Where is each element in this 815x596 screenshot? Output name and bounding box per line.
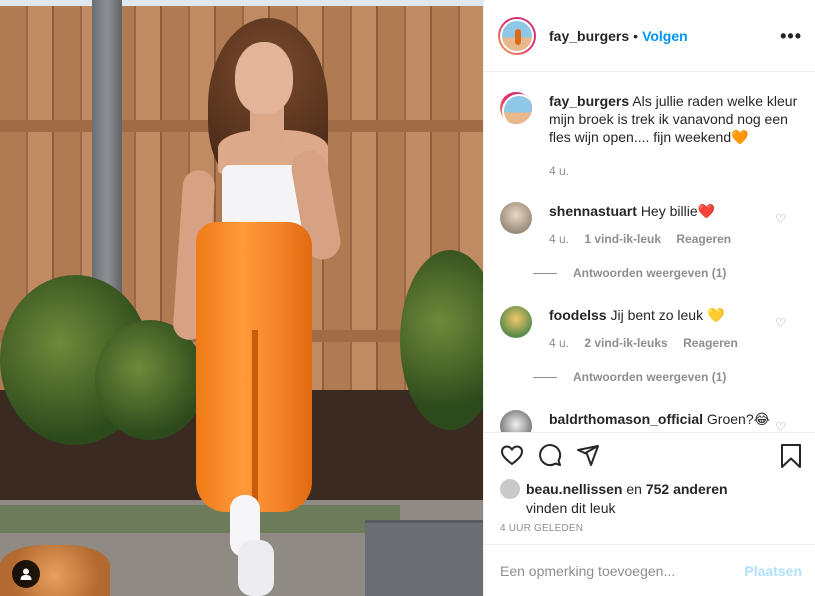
reply-button[interactable]: Reageren	[676, 232, 731, 246]
avatar[interactable]	[500, 202, 532, 234]
post-actions: beau.nellissen en 752 anderen vinden dit…	[484, 432, 815, 544]
photo-bench	[365, 520, 483, 596]
comments-list[interactable]: fay_burgers Als jullie raden welke kleur…	[484, 72, 815, 432]
replies-divider	[533, 376, 557, 378]
add-comment-bar: Plaatsen	[484, 544, 815, 596]
comment-username[interactable]: baldrthomason_official	[549, 411, 703, 427]
comment-likes[interactable]: 1 vind-ik-leuk	[584, 232, 661, 246]
view-replies-button[interactable]: Antwoorden weergeven (1)	[533, 370, 726, 384]
avatar[interactable]	[500, 410, 532, 432]
avatar[interactable]	[498, 16, 536, 55]
person-face	[235, 42, 293, 114]
comment-time[interactable]: 4 u.	[549, 336, 569, 350]
caption-username[interactable]: fay_burgers	[549, 93, 629, 109]
comment-text: Jij bent zo leuk 💛	[610, 307, 725, 323]
comment-likes[interactable]: 2 vind-ik-leuks	[584, 336, 667, 350]
likes-others[interactable]: 752 anderen	[646, 481, 728, 497]
liker-username[interactable]: beau.nellissen	[526, 481, 622, 497]
comment-text: Groen?😂	[706, 411, 770, 427]
post-header: fay_burgers • Volgen •••	[484, 0, 815, 72]
avatar[interactable]	[500, 306, 532, 338]
comment-text: Hey billie❤️	[640, 203, 716, 219]
likes-connector: en	[626, 481, 642, 497]
comment-like-heart-icon[interactable]: ♡	[775, 212, 786, 226]
reply-button[interactable]: Reageren	[683, 336, 738, 350]
likes-summary: beau.nellissen en 752 anderen vinden dit…	[500, 479, 728, 517]
comment-icon[interactable]	[538, 443, 562, 467]
comment-like-heart-icon[interactable]: ♡	[775, 420, 786, 432]
comment-input[interactable]	[500, 562, 745, 579]
replies-divider	[533, 272, 557, 274]
person-shoe	[238, 540, 274, 596]
view-replies-button[interactable]: Antwoorden weergeven (1)	[533, 266, 726, 280]
more-horizontal-icon[interactable]: •••	[780, 26, 802, 47]
avatar[interactable]	[500, 92, 532, 124]
post-photo[interactable]	[0, 0, 483, 596]
caption-time[interactable]: 4 u.	[549, 164, 569, 178]
bookmark-icon[interactable]	[780, 443, 802, 469]
comment-username[interactable]: foodelss	[549, 307, 607, 323]
heart-icon[interactable]	[500, 443, 524, 467]
comment-like-heart-icon[interactable]: ♡	[775, 316, 786, 330]
view-replies-label: Antwoorden weergeven (1)	[573, 266, 727, 280]
photo-curb	[0, 505, 400, 533]
post-timestamp[interactable]: 4 UUR GELEDEN	[500, 523, 583, 534]
header-separator: •	[633, 27, 639, 44]
comment-time[interactable]: 4 u.	[549, 232, 569, 246]
header-username[interactable]: fay_burgers	[549, 28, 629, 44]
view-replies-label: Antwoorden weergeven (1)	[573, 370, 727, 384]
likes-suffix: vinden dit leuk	[526, 500, 616, 516]
person-pants-split	[252, 330, 258, 510]
instagram-post: fay_burgers • Volgen ••• fay_burgers Als…	[0, 0, 815, 596]
user-icon	[20, 568, 32, 580]
post-comment-button[interactable]: Plaatsen	[744, 563, 802, 579]
user-tag-button[interactable]	[12, 560, 40, 588]
liker-avatar[interactable]	[500, 479, 520, 499]
share-icon[interactable]	[576, 443, 600, 467]
post-sidebar: fay_burgers • Volgen ••• fay_burgers Als…	[483, 0, 815, 596]
follow-button[interactable]: Volgen	[642, 28, 688, 44]
comment-username[interactable]: shennastuart	[549, 203, 637, 219]
